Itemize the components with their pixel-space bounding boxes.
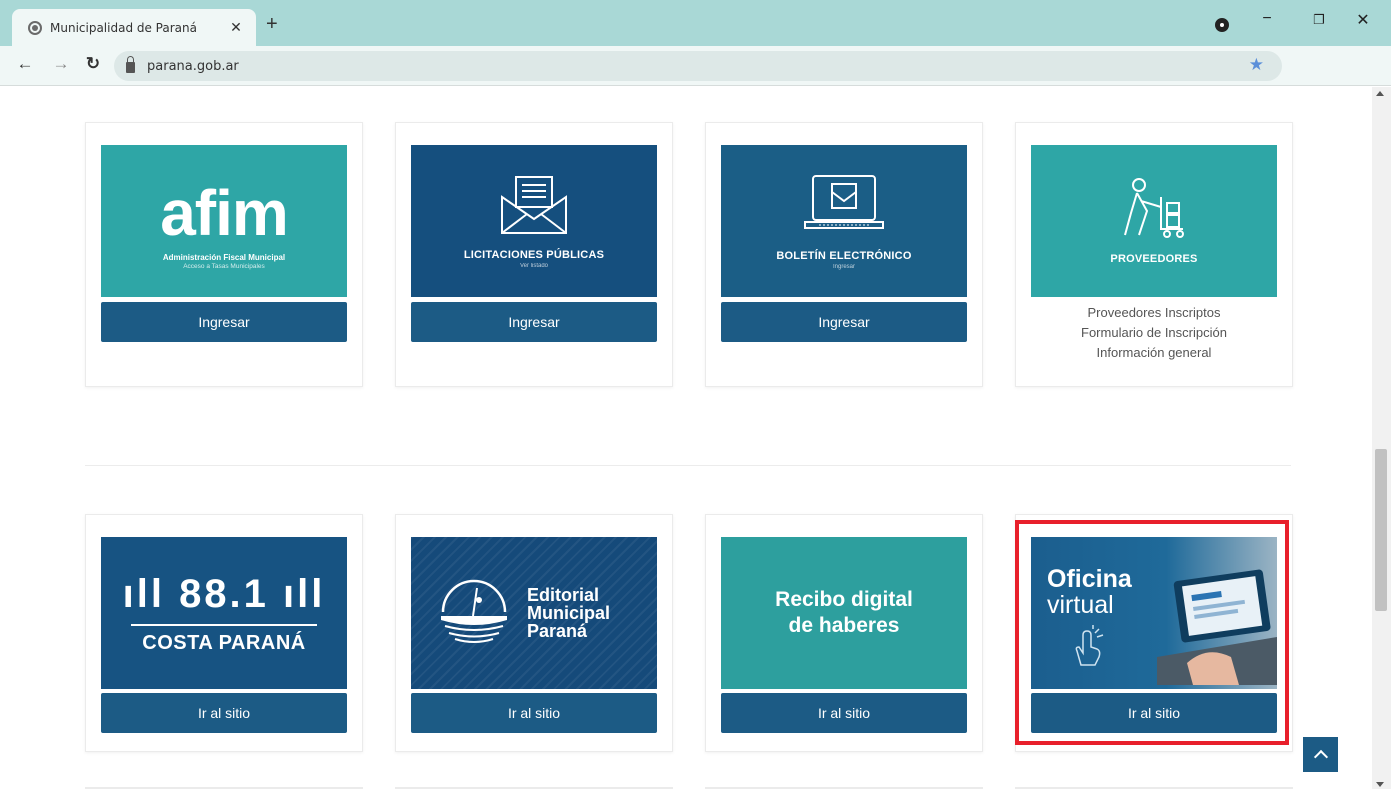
recibo-text: Recibo digital de haberes <box>775 587 913 639</box>
radio-frequency: ıll 88.1 ıll <box>123 572 326 616</box>
boletin-banner[interactable]: BOLETÍN ELECTRÓNICO Ingresar <box>721 145 967 297</box>
browser-tab[interactable]: Municipalidad de Paraná ✕ <box>12 9 256 46</box>
afim-subtitle-2: Acceso a Tasas Municipales <box>183 262 265 270</box>
card-editorial: Editorial Municipal Paraná Ir al sitio <box>395 514 673 752</box>
scroll-to-top-button[interactable] <box>1303 737 1338 772</box>
card-recibo: Recibo digital de haberes Ir al sitio <box>705 514 983 752</box>
tab-title: Municipalidad de Paraná <box>50 20 197 35</box>
editorial-ir-al-sitio-button[interactable]: Ir al sitio <box>411 693 657 733</box>
radio-frequency-value: 88.1 <box>179 571 269 616</box>
afim-logo: afim <box>160 176 289 249</box>
chevron-up-icon <box>1313 749 1328 765</box>
signal-bars-icon: ıll <box>268 571 326 616</box>
delivery-person-icon <box>1124 178 1184 238</box>
url-text: parana.gob.ar <box>147 58 239 74</box>
back-arrow-icon[interactable]: ← <box>14 54 36 74</box>
browser-toolbar: ← → ↻ parana.gob.ar ★ <box>0 46 1391 86</box>
minimize-icon[interactable]: − <box>1252 10 1282 28</box>
window-close-icon[interactable]: ✕ <box>1348 10 1378 30</box>
licitaciones-title: LICITACIONES PÚBLICAS <box>463 249 605 261</box>
vertical-scrollbar[interactable] <box>1372 87 1391 789</box>
restore-icon[interactable]: ❐ <box>1304 12 1334 28</box>
scrollbar-thumb[interactable] <box>1375 449 1387 611</box>
browser-tab-bar: Municipalidad de Paraná ✕ + − ❐ ✕ <box>0 0 1391 46</box>
boletin-title: BOLETÍN ELECTRÓNICO <box>776 250 912 262</box>
scroll-down-arrow-icon[interactable] <box>1376 782 1384 787</box>
boletin-ingresar-button[interactable]: Ingresar <box>721 302 967 342</box>
editorial-logo: Editorial Municipal Paraná <box>411 576 657 650</box>
afim-ingresar-button[interactable]: Ingresar <box>101 302 347 342</box>
licitaciones-subtitle: Ver listado <box>519 263 549 269</box>
recibo-line-1: Recibo digital <box>775 588 913 611</box>
recibo-ir-al-sitio-button[interactable]: Ir al sitio <box>721 693 967 733</box>
site-favicon-icon <box>28 20 42 35</box>
afim-subtitle: Administración Fiscal Municipal <box>162 252 286 262</box>
laptop-mail-icon <box>804 175 884 229</box>
editorial-emblem-icon <box>441 579 507 643</box>
reload-icon[interactable]: ↻ <box>82 54 104 74</box>
page-content: afim Administración Fiscal Municipal Acc… <box>0 87 1372 789</box>
card-boletin: BOLETÍN ELECTRÓNICO Ingresar Ingresar <box>705 122 983 387</box>
editorial-text: Editorial Municipal Paraná <box>527 586 610 640</box>
radio-ir-al-sitio-button[interactable]: Ir al sitio <box>101 693 347 733</box>
address-bar[interactable]: parana.gob.ar ★ <box>114 51 1282 81</box>
tab-close-icon[interactable]: ✕ <box>224 19 248 36</box>
recibo-line-2: de haberes <box>788 614 900 637</box>
licitaciones-ingresar-button[interactable]: Ingresar <box>411 302 657 342</box>
editorial-line-2: Municipal <box>527 603 611 623</box>
editorial-line-3: Paraná <box>527 621 588 641</box>
new-tab-icon[interactable]: + <box>266 14 278 34</box>
lock-icon <box>126 56 135 73</box>
radio-divider <box>131 623 317 626</box>
editorial-line-1: Editorial <box>527 585 600 605</box>
scroll-up-arrow-icon[interactable] <box>1376 91 1384 96</box>
editorial-banner[interactable]: Editorial Municipal Paraná <box>411 537 657 689</box>
proveedores-title: PROVEEDORES <box>1110 253 1198 265</box>
card-proveedores: PROVEEDORES Proveedores Inscriptos Formu… <box>1015 122 1293 387</box>
afim-banner[interactable]: afim Administración Fiscal Municipal Acc… <box>101 145 347 297</box>
envelope-icon <box>501 176 567 234</box>
section-divider <box>85 465 1291 466</box>
card-radio: ıll 88.1 ıll COSTA PARANÁ Ir al sitio <box>85 514 363 752</box>
recibo-banner[interactable]: Recibo digital de haberes <box>721 537 967 689</box>
boletin-subtitle: Ingresar <box>832 264 855 270</box>
highlight-box <box>1015 520 1289 745</box>
profile-icon[interactable] <box>1215 18 1229 32</box>
signal-bars-icon: ıll <box>122 571 180 616</box>
radio-name: COSTA PARANÁ <box>142 631 306 654</box>
bookmark-star-icon[interactable]: ★ <box>1249 55 1264 75</box>
licitaciones-banner[interactable]: LICITACIONES PÚBLICAS Ver listado <box>411 145 657 297</box>
card-licitaciones: LICITACIONES PÚBLICAS Ver listado Ingres… <box>395 122 673 387</box>
proveedores-links: Proveedores Inscriptos Formulario de Ins… <box>1031 303 1277 363</box>
formulario-inscripcion-link[interactable]: Formulario de Inscripción <box>1031 323 1277 343</box>
proveedores-inscriptos-link[interactable]: Proveedores Inscriptos <box>1031 303 1277 323</box>
proveedores-banner[interactable]: PROVEEDORES <box>1031 145 1277 297</box>
forward-arrow-icon[interactable]: → <box>50 54 72 74</box>
radio-banner[interactable]: ıll 88.1 ıll COSTA PARANÁ <box>101 537 347 689</box>
card-afim: afim Administración Fiscal Municipal Acc… <box>85 122 363 387</box>
informacion-general-link[interactable]: Información general <box>1031 343 1277 363</box>
